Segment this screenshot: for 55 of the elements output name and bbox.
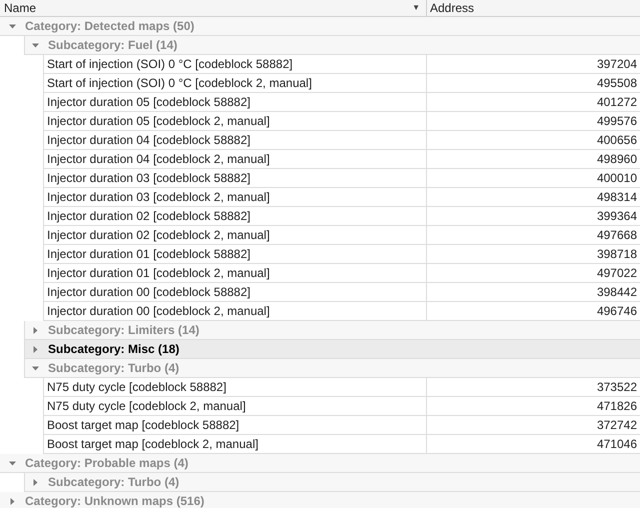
table-cell: 372742 (426, 416, 640, 434)
table-cell: 495508 (426, 74, 640, 92)
table-cell: 496746 (426, 302, 640, 320)
subcategory-row[interactable]: Subcategory: Misc (18) (24, 340, 640, 359)
table-cell: Injector duration 02 [codeblock 2, manual] (43, 226, 426, 244)
subcategory-row[interactable]: Subcategory: Turbo (4) (24, 473, 640, 492)
collapse-arrow-icon[interactable] (9, 23, 16, 30)
table-cell: 400656 (426, 131, 640, 149)
table-cell: 398442 (426, 283, 640, 301)
table-cell: Injector duration 01 [codeblock 2, manual] (43, 264, 426, 282)
category-row[interactable]: Category: Detected maps (50) (0, 17, 640, 36)
table-cell: Boost target map [codeblock 2, manual] (43, 435, 426, 453)
category-row[interactable]: Category: Unknown maps (516) (0, 492, 640, 508)
table-cell: Start of injection (SOI) 0 °C [codeblock 2, manual] (43, 74, 426, 92)
table-cell: 471046 (426, 435, 640, 453)
table-cell: Boost target map [codeblock 58882] (43, 416, 426, 434)
expand-arrow-icon[interactable] (9, 498, 16, 505)
sort-arrow-icon: ▼ (412, 2, 420, 14)
table-cell: Injector duration 05 [codeblock 2, manual] (43, 112, 426, 130)
table-cell: Injector duration 02 [codeblock 58882] (43, 207, 426, 225)
table-cell: N75 duty cycle [codeblock 2, manual] (43, 397, 426, 415)
table-cell: 373522 (426, 378, 640, 396)
subcategory-row[interactable]: Subcategory: Limiters (14) (24, 321, 640, 340)
table-cell: N75 duty cycle [codeblock 58882] (43, 378, 426, 396)
table-cell: Injector duration 05 [codeblock 58882] (43, 93, 426, 111)
table-cell: 399364 (426, 207, 640, 225)
table-cell: 498314 (426, 188, 640, 206)
table-cell: Start of injection (SOI) 0 °C [codeblock 58882] (43, 55, 426, 73)
column-header[interactable]: Name ▼ (0, 0, 426, 16)
column-header[interactable]: Address (426, 0, 640, 16)
collapse-arrow-icon[interactable] (32, 365, 39, 372)
table-cell: Injector duration 01 [codeblock 58882] (43, 245, 426, 263)
table-cell: 471826 (426, 397, 640, 415)
expand-arrow-icon[interactable] (32, 479, 39, 486)
table-cell: Injector duration 03 [codeblock 2, manual] (43, 188, 426, 206)
expand-arrow-icon[interactable] (32, 327, 39, 334)
collapse-arrow-icon[interactable] (9, 460, 16, 467)
table-cell: 397204 (426, 55, 640, 73)
table-cell: 499576 (426, 112, 640, 130)
table-cell: 400010 (426, 169, 640, 187)
subcategory-row[interactable]: Subcategory: Fuel (14) (24, 36, 640, 55)
table-cell: 398718 (426, 245, 640, 263)
collapse-arrow-icon[interactable] (32, 42, 39, 49)
table-cell: 401272 (426, 93, 640, 111)
table-cell: 497022 (426, 264, 640, 282)
table-cell: Injector duration 00 [codeblock 58882] (43, 283, 426, 301)
table-cell: Injector duration 03 [codeblock 58882] (43, 169, 426, 187)
category-row[interactable]: Category: Probable maps (4) (0, 454, 640, 473)
table-cell: 498960 (426, 150, 640, 168)
table-cell: Injector duration 04 [codeblock 58882] (43, 131, 426, 149)
expand-arrow-icon[interactable] (32, 346, 39, 353)
table-cell: Injector duration 04 [codeblock 2, manual] (43, 150, 426, 168)
subcategory-row[interactable]: Subcategory: Turbo (4) (24, 359, 640, 378)
table-cell: 497668 (426, 226, 640, 244)
table-cell: Injector duration 00 [codeblock 2, manual] (43, 302, 426, 320)
